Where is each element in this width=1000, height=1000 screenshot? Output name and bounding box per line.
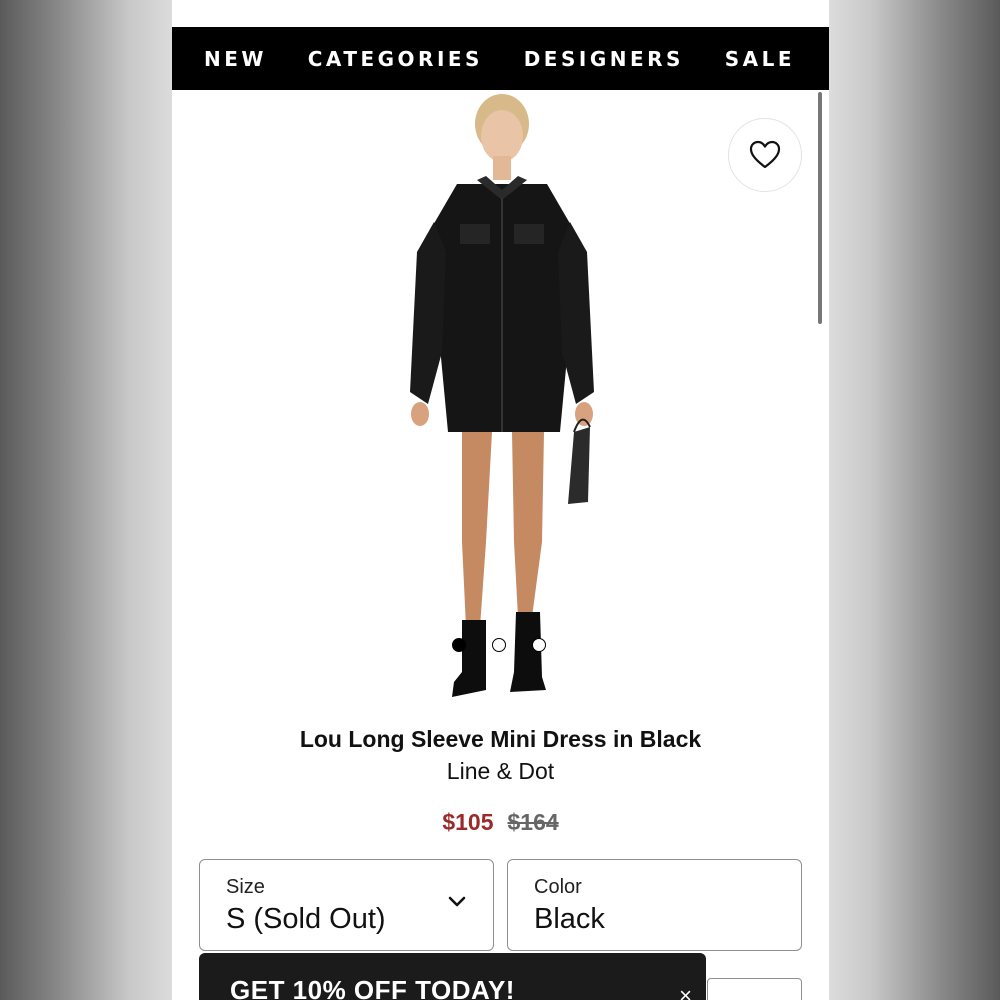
size-select[interactable]: Size S (Sold Out) <box>199 859 494 951</box>
carousel-dot[interactable] <box>492 638 506 652</box>
nav-item-categories[interactable]: CATEGORIES <box>308 47 483 71</box>
product-image[interactable] <box>362 92 642 712</box>
background-left <box>0 0 172 1000</box>
heart-icon <box>749 140 781 169</box>
price-row: $105 $164 <box>172 809 829 836</box>
main-nav: NEW CATEGORIES DESIGNERS SALE <box>172 27 829 90</box>
size-select-label: Size <box>226 876 265 898</box>
wishlist-button[interactable] <box>728 118 802 192</box>
chevron-down-icon <box>448 896 466 907</box>
promo-banner[interactable]: GET 10% OFF TODAY! × <box>199 953 706 1000</box>
color-select[interactable]: Color Black <box>507 859 802 951</box>
product-title: Lou Long Sleeve Mini Dress in Black <box>299 726 702 752</box>
nav-item-new[interactable]: NEW <box>204 47 267 71</box>
color-select-value: Black <box>534 903 605 935</box>
carousel-dot[interactable] <box>452 638 466 652</box>
scrollbar[interactable] <box>818 92 822 324</box>
background-right <box>829 0 1000 1000</box>
nav-item-designers[interactable]: DESIGNERS <box>524 47 684 71</box>
mobile-page: NEW CATEGORIES DESIGNERS SALE Lou Long S… <box>172 0 829 1000</box>
carousel-dot[interactable] <box>532 638 546 652</box>
promo-text: GET 10% OFF TODAY! <box>230 975 515 1000</box>
product-brand[interactable]: Line & Dot <box>172 758 829 785</box>
color-select-label: Color <box>534 876 582 898</box>
original-price: $164 <box>507 809 559 835</box>
close-icon[interactable]: × <box>679 983 692 1000</box>
size-select-value: S (Sold Out) <box>226 903 386 935</box>
sale-price: $105 <box>442 809 494 835</box>
partial-field[interactable] <box>707 978 802 1000</box>
image-carousel-dots <box>452 638 546 652</box>
nav-item-sale[interactable]: SALE <box>725 47 795 71</box>
